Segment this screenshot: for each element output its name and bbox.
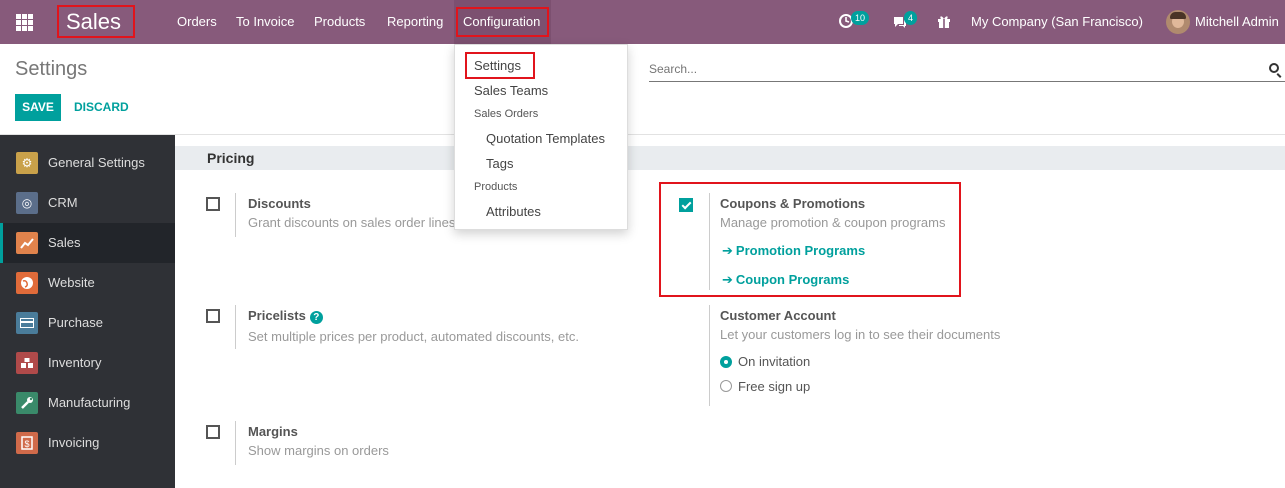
sidebar-item-label: Website [48, 275, 95, 290]
discounts-description: Grant discounts on sales order lines [248, 215, 456, 230]
top-navbar: Sales Orders To Invoice Products Reporti… [0, 0, 1285, 44]
configuration-highlight [456, 7, 549, 37]
customer-account-title: Customer Account [720, 308, 836, 323]
setting-divider [709, 305, 710, 406]
sidebar-item-label: Inventory [48, 355, 102, 370]
search-icon[interactable] [1269, 63, 1279, 73]
customer-account-description: Let your customers log in to see their d… [720, 327, 1001, 342]
pricelists-title-text: Pricelists [248, 308, 306, 323]
dropdown-item-attributes[interactable]: Attributes [486, 204, 541, 219]
sidebar-item-label: CRM [48, 195, 78, 210]
coupons-highlight [659, 182, 961, 297]
pricelists-checkbox[interactable] [206, 309, 220, 323]
card-icon [16, 312, 38, 334]
menu-reporting[interactable]: Reporting [387, 0, 443, 44]
margins-checkbox[interactable] [206, 425, 220, 439]
activities-badge: 10 [851, 11, 870, 25]
on-invitation-label[interactable]: On invitation [738, 354, 810, 369]
user-menu[interactable]: Mitchell Admin [1195, 0, 1279, 44]
gear-icon: ⚙ [16, 152, 38, 174]
dropdown-item-tags[interactable]: Tags [486, 156, 513, 171]
sidebar-item-label: Purchase [48, 315, 103, 330]
page-title: Settings [15, 58, 88, 80]
sidebar-item-purchase[interactable]: Purchase [0, 303, 175, 343]
sidebar-item-label: Manufacturing [48, 395, 131, 410]
setting-divider [235, 305, 236, 349]
sidebar-item-crm[interactable]: ◎ CRM [0, 183, 175, 223]
discounts-checkbox[interactable] [206, 197, 220, 211]
sidebar-item-invoicing[interactable]: $ Invoicing [0, 423, 175, 463]
menu-to-invoice[interactable]: To Invoice [236, 0, 295, 44]
help-icon[interactable]: ? [309, 311, 323, 324]
sidebar-item-label: General Settings [48, 155, 145, 170]
invoice-icon: $ [16, 432, 38, 454]
discounts-title: Discounts [248, 196, 311, 211]
setting-divider [235, 421, 236, 465]
dropdown-header-sales-orders: Sales Orders [474, 108, 539, 120]
gift-icon[interactable] [936, 13, 952, 29]
sidebar-item-manufacturing[interactable]: Manufacturing [0, 383, 175, 423]
margins-description: Show margins on orders [248, 443, 389, 458]
header-divider [0, 134, 1285, 135]
search-bar [649, 58, 1285, 82]
section-header: Pricing [175, 146, 1285, 170]
margins-title: Margins [248, 424, 298, 439]
dropdown-header-products: Products [474, 181, 518, 193]
messages-badge: 4 [904, 11, 918, 25]
dropdown-item-quotation-templates[interactable]: Quotation Templates [486, 131, 605, 146]
discard-button[interactable]: DISCARD [74, 94, 129, 121]
on-invitation-radio[interactable] [720, 356, 732, 368]
menu-orders[interactable]: Orders [177, 0, 217, 44]
apps-grid-icon[interactable] [16, 14, 33, 31]
sidebar-item-label: Invoicing [48, 435, 100, 450]
save-button[interactable]: SAVE [15, 94, 61, 121]
chart-icon [16, 232, 38, 254]
sidebar-item-general-settings[interactable]: ⚙ General Settings [0, 143, 175, 183]
sidebar-item-inventory[interactable]: Inventory [0, 343, 175, 383]
globe-icon [16, 272, 38, 294]
section-title: Pricing [207, 150, 255, 166]
wrench-icon [16, 392, 38, 414]
settings-sidebar: ⚙ General Settings ◎ CRM Sales Website P… [0, 135, 175, 488]
pricelists-title: Pricelists? [248, 308, 323, 324]
free-signup-label[interactable]: Free sign up [738, 379, 810, 394]
app-brand[interactable]: Sales [57, 5, 135, 38]
free-signup-radio[interactable] [720, 380, 732, 392]
sidebar-item-website[interactable]: Website [0, 263, 175, 303]
svg-text:$: $ [24, 439, 29, 449]
sidebar-item-sales[interactable]: Sales [0, 223, 175, 263]
setting-divider [235, 193, 236, 237]
company-switcher[interactable]: My Company (San Francisco) [971, 0, 1143, 44]
boxes-icon [16, 352, 38, 374]
menu-products[interactable]: Products [314, 0, 365, 44]
user-avatar[interactable] [1166, 10, 1190, 34]
pricelists-description: Set multiple prices per product, automat… [248, 329, 579, 344]
dropdown-item-sales-teams[interactable]: Sales Teams [474, 83, 548, 98]
settings-highlight [465, 52, 535, 79]
handshake-icon: ◎ [16, 192, 38, 214]
sidebar-item-label: Sales [48, 235, 81, 250]
search-input[interactable] [649, 58, 1249, 80]
